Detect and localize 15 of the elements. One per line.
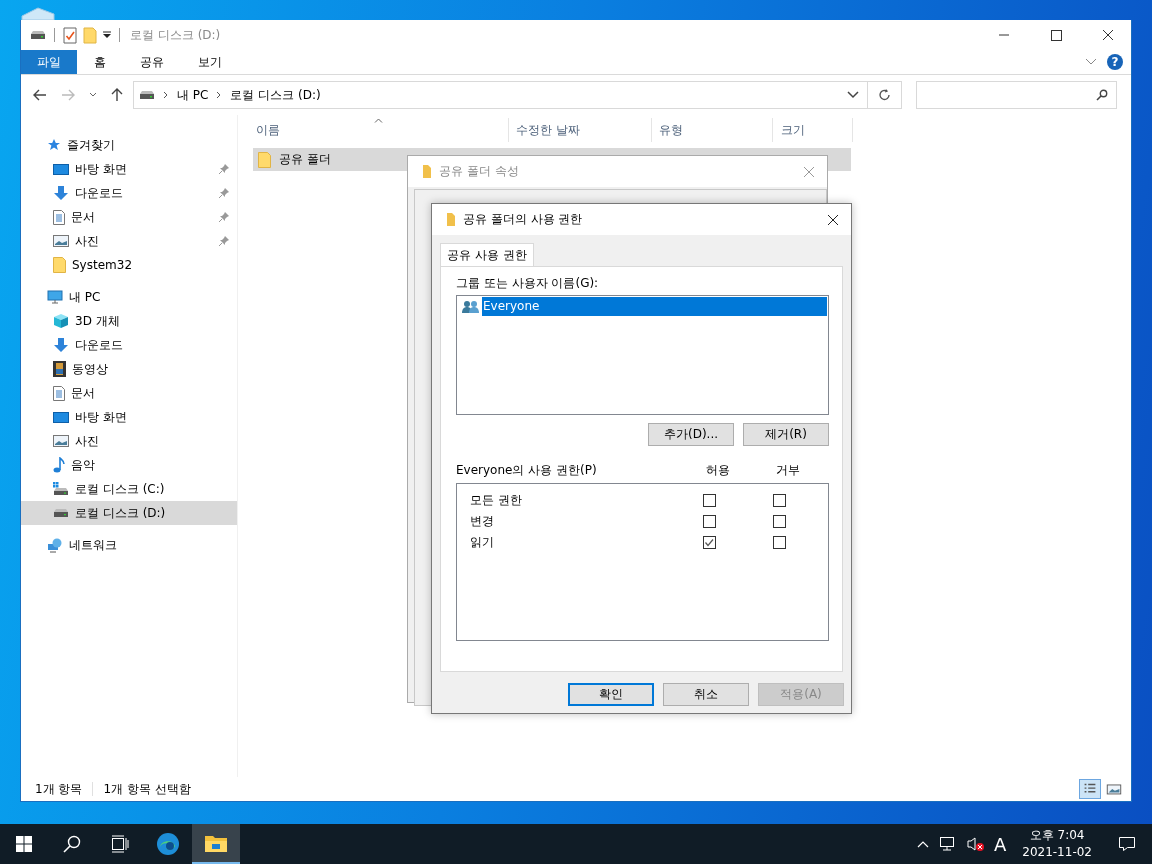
- clock-time: 오후 7:04: [1029, 827, 1085, 844]
- permission-name: 변경: [470, 513, 495, 530]
- file-name: 공유 폴더: [279, 151, 331, 168]
- dialog-title: 공유 폴더의 사용 권한: [463, 211, 583, 228]
- column-header: 거부: [776, 461, 801, 479]
- permissions-label: Everyone의 사용 권한(P): [456, 461, 598, 479]
- users-label: 그룹 또는 사용자 이름(G):: [456, 275, 600, 292]
- dialog-title: 공유 폴더 속성: [439, 163, 519, 180]
- selection-count: 1개 항목 선택함: [103, 780, 191, 798]
- permission-name: 모든 권한: [470, 492, 523, 509]
- window-title: 로컬 디스크 (D:): [130, 26, 221, 44]
- item-count: 1개 항목: [35, 780, 83, 798]
- clock-date: 2021-11-02: [1022, 844, 1092, 861]
- column-header: 허용: [706, 461, 731, 479]
- permission-name: 읽기: [470, 534, 495, 551]
